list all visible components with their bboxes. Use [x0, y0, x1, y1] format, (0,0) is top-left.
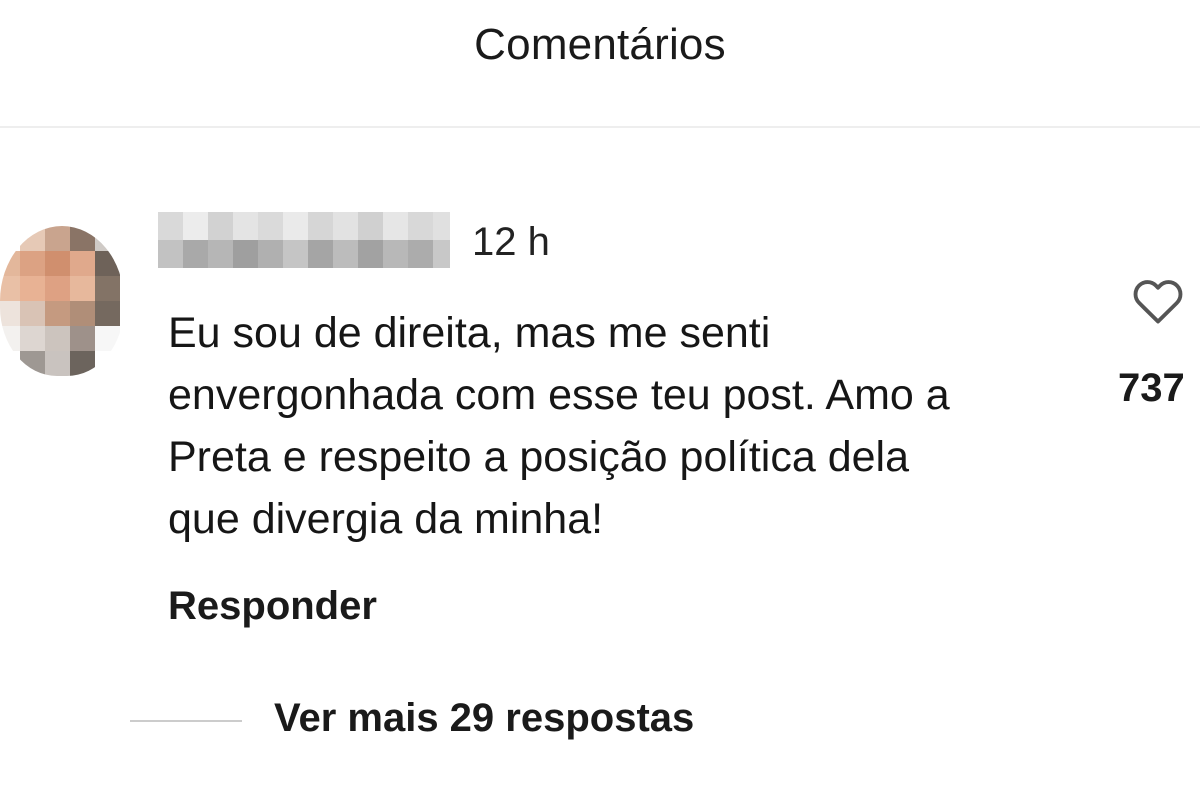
comments-header: Comentários [0, 0, 1200, 128]
avatar[interactable] [0, 226, 124, 376]
comment-text: Eu sou de direita, mas me senti envergon… [168, 302, 1088, 550]
replies-divider [130, 720, 242, 722]
like-count: 737 [1118, 366, 1185, 410]
comment-timestamp: 12 h [472, 220, 550, 264]
heart-icon[interactable] [1129, 272, 1187, 330]
comment-line: que divergia da minha! [168, 495, 604, 543]
comments-screen: Comentários 12 h Eu sou de direita, mas … [0, 0, 1200, 800]
page-title: Comentários [474, 20, 726, 69]
reply-button[interactable]: Responder [168, 584, 377, 629]
comment-line: Eu sou de direita, mas me senti [168, 309, 771, 357]
comment-line: Preta e respeito a posição política dela [168, 433, 910, 481]
comment-line: envergonhada com esse teu post. Amo a [168, 371, 950, 419]
like-button[interactable] [1116, 272, 1200, 330]
view-more-replies-button[interactable]: Ver mais 29 respostas [274, 696, 694, 741]
username-redacted[interactable] [158, 212, 450, 268]
